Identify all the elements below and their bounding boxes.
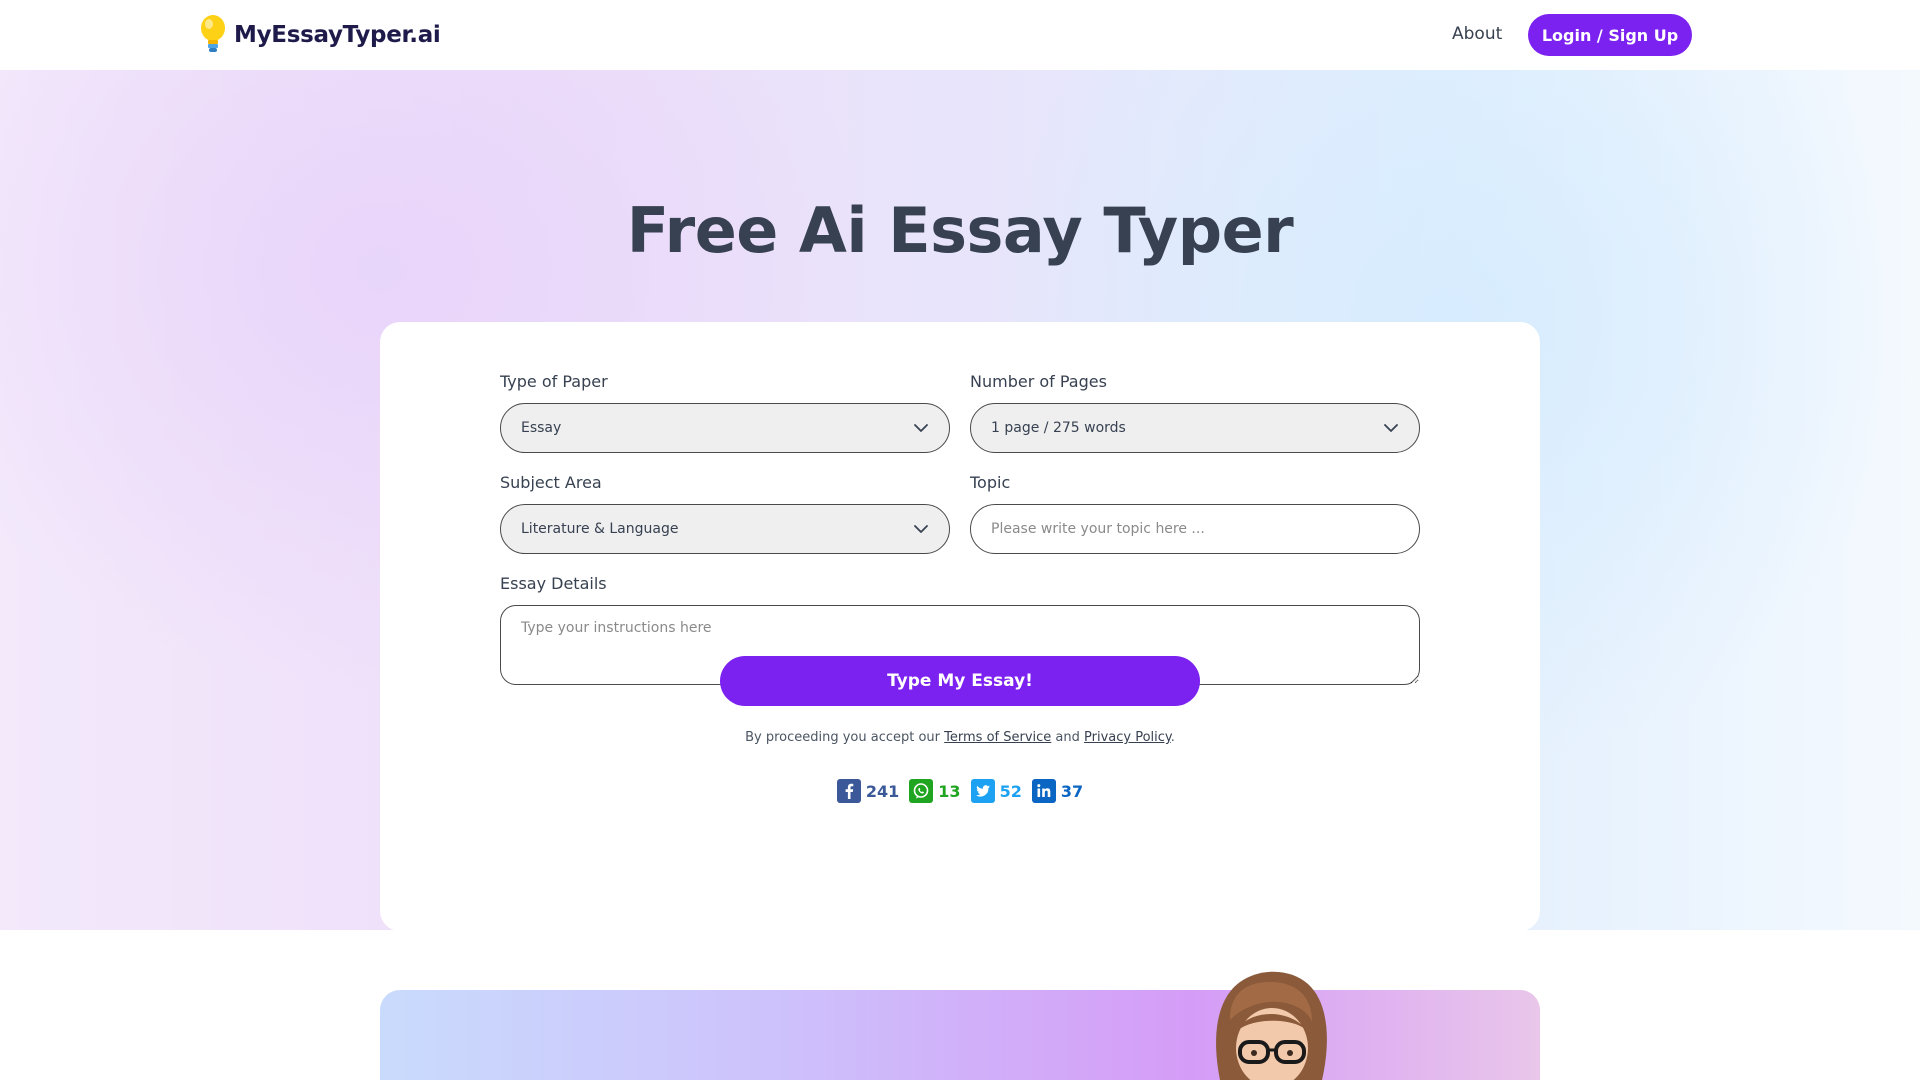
facebook-icon xyxy=(836,779,861,803)
lightbulb-icon xyxy=(201,15,225,52)
promo-banner xyxy=(380,990,1540,1080)
whatsapp-icon xyxy=(909,779,934,803)
whatsapp-count: 13 xyxy=(938,781,961,801)
paper-type-select[interactable]: Essay xyxy=(500,403,950,453)
linkedin-count: 37 xyxy=(1060,781,1084,801)
page-title: Free Ai Essay Typer xyxy=(626,194,1294,267)
chevron-down-icon xyxy=(914,424,928,432)
consent-prefix: By proceeding you accept our xyxy=(745,730,945,745)
logo-text: MyEssayTyper.ai xyxy=(234,22,441,48)
consent-suffix: . xyxy=(1170,730,1175,745)
share-twitter[interactable]: 52 xyxy=(970,779,1022,803)
consent-text: By proceeding you accept our Terms of Se… xyxy=(0,730,1920,745)
top-navbar: MyEssayTyper.ai About Login / Sign Up xyxy=(0,0,1920,70)
topic-input[interactable] xyxy=(970,504,1420,554)
share-counters: 241 13 52 37 xyxy=(0,779,1920,803)
pages-label: Number of Pages xyxy=(970,372,1107,391)
linkedin-icon xyxy=(1031,779,1056,803)
share-whatsapp[interactable]: 13 xyxy=(909,779,961,803)
consent-middle: and xyxy=(1051,730,1085,745)
subject-label: Subject Area xyxy=(500,473,602,492)
woman-portrait-image xyxy=(1216,971,1327,1080)
hero-section: Free Ai Essay Typer Type of Paper Essay … xyxy=(0,70,1920,931)
paper-type-label: Type of Paper xyxy=(500,372,608,391)
facebook-count: 241 xyxy=(865,781,900,801)
subject-value: Literature & Language xyxy=(521,521,679,537)
terms-of-service-link[interactable]: Terms of Service xyxy=(944,730,1051,745)
essay-form-card: Type of Paper Essay Number of Pages 1 pa… xyxy=(380,322,1540,931)
login-signup-button[interactable]: Login / Sign Up xyxy=(1528,14,1692,56)
essay-details-label: Essay Details xyxy=(500,574,607,593)
chevron-down-icon xyxy=(914,525,928,533)
nav-about-link[interactable]: About xyxy=(1452,24,1502,44)
twitter-icon xyxy=(970,779,995,803)
twitter-count: 52 xyxy=(999,781,1022,801)
chevron-down-icon xyxy=(1384,424,1398,432)
site-logo[interactable]: MyEssayTyper.ai xyxy=(198,14,441,56)
privacy-policy-link[interactable]: Privacy Policy xyxy=(1084,730,1171,745)
share-linkedin[interactable]: 37 xyxy=(1031,779,1084,803)
topic-label: Topic xyxy=(970,473,1011,492)
paper-type-value: Essay xyxy=(521,420,562,436)
type-my-essay-button[interactable]: Type My Essay! xyxy=(720,656,1200,706)
pages-select[interactable]: 1 page / 275 words xyxy=(970,403,1420,453)
share-facebook[interactable]: 241 xyxy=(836,779,900,803)
pages-value: 1 page / 275 words xyxy=(991,420,1126,436)
subject-select[interactable]: Literature & Language xyxy=(500,504,950,554)
